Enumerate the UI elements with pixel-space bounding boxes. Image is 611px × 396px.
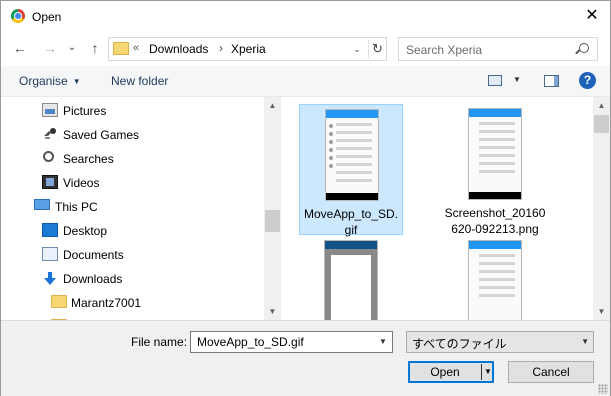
- saved-games-icon: [42, 127, 58, 141]
- scroll-down-icon[interactable]: ▼: [264, 303, 281, 320]
- caret-down-icon: ▼: [72, 77, 81, 86]
- new-folder-button[interactable]: New folder: [111, 74, 168, 88]
- up-arrow-icon[interactable]: ↑: [86, 39, 104, 57]
- file-name-field[interactable]: MoveApp_to_SD.gif ▼: [190, 331, 393, 353]
- window-title: Open: [32, 10, 62, 24]
- navigation-bar: ← → ⌄ ↑ « Downloads › Xperia ⌄ ↻ Search …: [1, 32, 610, 66]
- file-name-line: MoveApp_to_SD.: [303, 207, 399, 221]
- tree-item-label: Downloads: [63, 272, 123, 286]
- file-item[interactable]: Screenshot_20160 620-092213.png: [443, 104, 547, 237]
- file-name-value[interactable]: MoveApp_to_SD.gif: [197, 335, 304, 349]
- breadcrumb-separator-icon[interactable]: ›: [219, 41, 223, 55]
- file-item[interactable]: MoveApp_to_SD. gif: [299, 104, 403, 238]
- downloads-icon: [42, 271, 58, 285]
- file-item[interactable]: [299, 236, 403, 320]
- documents-icon: [42, 247, 58, 261]
- file-name-line: Screenshot_20160: [444, 206, 546, 220]
- tree-item-label: Pictures: [63, 104, 107, 118]
- tree-item-videos[interactable]: Videos: [1, 171, 263, 193]
- videos-icon: [42, 175, 58, 189]
- command-toolbar: Organise ▼ New folder ▼ ?: [1, 66, 610, 97]
- resize-grip-icon[interactable]: [598, 384, 608, 394]
- address-bar[interactable]: « Downloads › Xperia ⌄ ↻: [108, 37, 387, 61]
- tree-item-label: Saved Games: [63, 128, 140, 142]
- scroll-up-icon[interactable]: ▲: [264, 97, 281, 114]
- pictures-icon: [42, 103, 58, 117]
- file-thumbnail: [468, 108, 522, 200]
- dialog-footer: File name: MoveApp_to_SD.gif ▼ すべてのファイル …: [1, 320, 610, 396]
- scroll-thumb[interactable]: [265, 210, 280, 232]
- open-button-label[interactable]: Open: [409, 365, 481, 379]
- preview-pane-icon[interactable]: [544, 75, 559, 87]
- tree-item-downloads[interactable]: Downloads: [1, 267, 263, 289]
- tree-item-label: Desktop: [63, 224, 108, 238]
- searches-icon: [43, 151, 54, 162]
- scroll-thumb[interactable]: [594, 115, 609, 133]
- file-item[interactable]: [443, 236, 547, 320]
- file-name-history-icon[interactable]: ▼: [376, 334, 390, 350]
- tree-item-label: Videos: [63, 176, 100, 190]
- split-divider: [481, 364, 482, 380]
- breadcrumb-downloads[interactable]: Downloads: [149, 42, 208, 56]
- organise-button[interactable]: Organise ▼: [19, 74, 81, 88]
- tree-item-documents[interactable]: Documents: [1, 243, 263, 265]
- tree-item-this-pc[interactable]: This PC: [1, 195, 263, 217]
- file-name: MoveApp_to_SD. gif: [300, 206, 402, 238]
- tree-item-label: This PC: [55, 200, 98, 214]
- overflow-chevron-icon[interactable]: «: [133, 42, 139, 54]
- open-options-caret-icon[interactable]: ▼: [484, 365, 492, 379]
- tree-item-label: Searches: [63, 152, 114, 166]
- tree-item-marantz7001[interactable]: Marantz7001: [1, 291, 263, 313]
- chevron-down-icon: ▼: [581, 337, 589, 346]
- file-thumbnail: [325, 109, 379, 201]
- navigation-scrollbar[interactable]: ▲ ▼: [264, 97, 281, 320]
- tree-item-searches[interactable]: Searches: [1, 147, 263, 169]
- search-input[interactable]: Search Xperia: [398, 37, 598, 61]
- tree-item-label: Marantz7001: [71, 296, 142, 310]
- this-pc-icon: [34, 199, 50, 210]
- recent-locations-icon[interactable]: ⌄: [63, 39, 81, 57]
- view-options-caret-icon[interactable]: ▼: [513, 75, 521, 84]
- open-dialog: Open ✕ ← → ⌄ ↑ « Downloads › Xperia ⌄ ↻ …: [0, 0, 611, 396]
- back-arrow-icon[interactable]: ←: [11, 39, 29, 57]
- navigation-pane: Pictures Saved Games Searches Videos Thi…: [1, 97, 281, 320]
- folder-icon: [51, 295, 67, 308]
- file-thumbnail: [468, 240, 522, 320]
- search-icon[interactable]: [579, 43, 589, 53]
- file-list: MoveApp_to_SD. gif Screenshot_20160 620-…: [281, 97, 610, 320]
- scroll-up-icon[interactable]: ▲: [593, 97, 610, 114]
- file-thumbnail: [324, 240, 378, 320]
- file-type-select[interactable]: すべてのファイル ▼: [406, 331, 594, 353]
- file-list-scrollbar[interactable]: ▲ ▼: [593, 97, 610, 320]
- help-icon[interactable]: ?: [579, 72, 596, 89]
- tree-item-desktop[interactable]: Desktop: [1, 219, 263, 241]
- change-view-icon[interactable]: [488, 75, 502, 86]
- chrome-icon: [11, 9, 25, 23]
- tree-item-label: Documents: [63, 248, 124, 262]
- folder-icon: [113, 42, 129, 55]
- refresh-icon[interactable]: ↻: [368, 40, 386, 58]
- forward-arrow-icon[interactable]: →: [41, 39, 59, 57]
- address-dropdown-icon[interactable]: ⌄: [349, 40, 365, 58]
- tree-item-pictures[interactable]: Pictures: [1, 99, 263, 121]
- scroll-down-icon[interactable]: ▼: [593, 303, 610, 320]
- desktop-icon: [42, 223, 58, 237]
- file-name-label: File name:: [131, 335, 188, 349]
- search-placeholder: Search Xperia: [406, 43, 483, 57]
- file-name: Screenshot_20160 620-092213.png: [443, 205, 547, 237]
- breadcrumb-xperia[interactable]: Xperia: [231, 42, 266, 56]
- file-name-line: 620-092213.png: [451, 222, 539, 236]
- organise-label: Organise: [19, 74, 68, 88]
- close-button[interactable]: ✕: [582, 6, 602, 26]
- title-bar: Open ✕: [1, 1, 610, 32]
- tree-item-saved-games[interactable]: Saved Games: [1, 123, 263, 145]
- open-button[interactable]: Open ▼: [408, 361, 494, 383]
- file-type-value: すべてのファイル: [412, 337, 507, 351]
- cancel-button[interactable]: Cancel: [508, 361, 594, 383]
